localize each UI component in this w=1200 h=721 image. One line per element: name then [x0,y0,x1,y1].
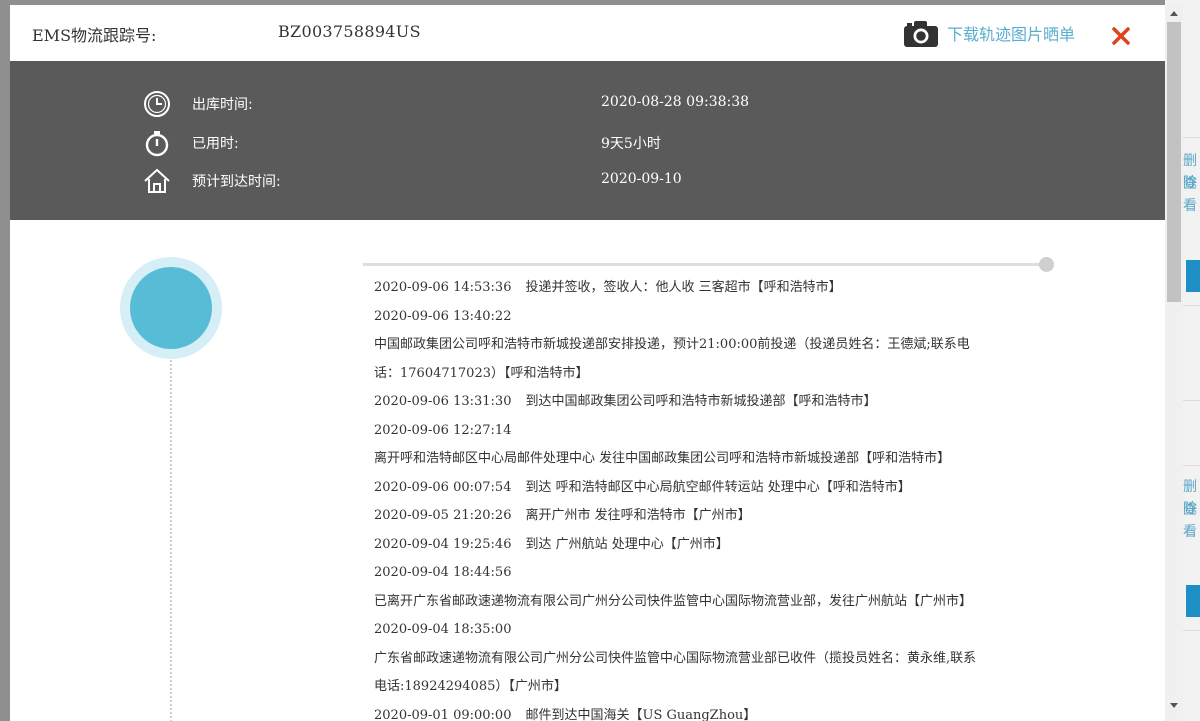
estimated-arrival-label: 预计到达时间: [192,174,281,190]
event-description: 邮件到达中国海关【US GuangZhou】 [525,707,757,721]
tracking-event-row: 2020-09-06 12:27:14 [374,417,1044,446]
event-time: 2020-09-06 13:31:30 [374,394,512,409]
modal-header: EMS物流跟踪号: BZ003758894US 下载轨迹图片晒单 [10,5,1165,62]
tracking-event-row: 2020-09-06 14:53:36 投递并签收，签收人：他人收 三客超市【呼和… [374,274,1044,303]
event-description: 离开呼和浩特邮区中心局邮件处理中心 发往中国邮政集团公司呼和浩特市新城投递部【呼… [374,451,951,466]
event-description: 已离开广东省邮政速递物流有限公司广州分公司快件监管中心国际物流营业部，发往广州航… [374,593,973,609]
shipment-summary: 出库时间: 2020-08-28 09:38:38 已用时: 9天5小时 预计到… [10,61,1165,220]
background-button [1186,260,1200,292]
elapsed-time-label: 已用时: [192,136,239,152]
clock-icon [144,91,170,117]
tracking-label: EMS物流跟踪号: [32,26,157,45]
event-time: 2020-09-04 18:44:56 [374,565,512,580]
timeline-connector [170,360,172,721]
tracking-event-row: 2020-09-05 21:20:26 离开广州市 发往呼和浩特市【广州市】 [374,502,1044,531]
elapsed-time-value: 9天5小时 [601,136,661,152]
background-button [1186,585,1200,617]
tracking-event-row: 电话:18924294085）【广州市】 [374,673,1044,702]
scroll-up-arrow-icon[interactable] [1165,5,1183,22]
tracking-event-row: 离开呼和浩特邮区中心局邮件处理中心 发往中国邮政集团公司呼和浩特市新城投递部【呼… [374,445,1044,474]
tracking-event-row: 2020-09-04 18:44:56 [374,559,1044,588]
camera-icon[interactable] [903,20,939,48]
event-time: 2020-09-01 09:00:00 [374,707,512,721]
event-description: 到达 呼和浩特邮区中心局航空邮件转运站 处理中心【呼和浩特市】 [525,479,911,495]
tracking-event-row: 话：17604717023）【呼和浩特市】 [374,360,1044,389]
event-time: 2020-09-04 19:25:46 [374,536,512,552]
tracking-event-row: 2020-09-01 09:00:00 邮件到达中国海关【US GuangZhou… [374,702,1044,721]
timeline-end-dot [1039,257,1054,272]
tracking-event-row: 2020-09-06 13:40:22 [374,303,1044,332]
tracking-event-row: 广东省邮政速递物流有限公司广州分公司快件监管中心国际物流营业部已收件（揽投员姓名… [374,645,1044,674]
event-description: 中国邮政集团公司呼和浩特市新城投递部安排投递，预计21:00:00前投递（投递员… [374,337,970,352]
estimated-arrival-value: 2020-09-10 [601,171,682,187]
download-track-image-link[interactable]: 下载轨迹图片晒单 [947,21,1075,45]
event-description: 离开广州市 发往呼和浩特市【广州市】 [525,508,751,523]
event-time: 2020-09-04 18:35:00 [374,622,512,637]
event-time: 2020-09-06 00:07:54 [374,479,512,495]
event-description: 到达 广州航站 处理中心【广州市】 [525,536,729,552]
close-icon[interactable] [1110,25,1132,47]
event-time: 2020-09-06 14:53:36 [374,280,512,295]
timeline-status-dot [130,267,212,349]
background-link-view: 查看 [1183,176,1197,214]
event-description: 到达中国邮政集团公司呼和浩特市新城投递部【呼和浩特市】 [525,394,877,409]
tracking-modal: EMS物流跟踪号: BZ003758894US 下载轨迹图片晒单 出库时间: 2… [10,5,1165,721]
tracking-number: BZ003758894US [278,22,421,41]
event-description: 广东省邮政速递物流有限公司广州分公司快件监管中心国际物流营业部已收件（揽投员姓名… [374,650,977,666]
tracking-event-row: 已离开广东省邮政速递物流有限公司广州分公司快件监管中心国际物流营业部，发往广州航… [374,588,1044,617]
tracking-event-list: 2020-09-06 14:53:36 投递并签收，签收人：他人收 三客超市【呼和… [374,274,1044,721]
scrollbar[interactable] [1165,5,1183,721]
home-icon [144,168,170,193]
tracking-event-row: 中国邮政集团公司呼和浩特市新城投递部安排投递，预计21:00:00前投递（投递员… [374,331,1044,360]
tracking-event-row: 2020-09-06 00:07:54 到达 呼和浩特邮区中心局航空邮件转运站 处… [374,474,1044,503]
event-time: 2020-09-05 21:20:26 [374,508,512,523]
stopwatch-icon [145,131,169,157]
dispatch-time-value: 2020-08-28 09:38:38 [601,94,750,110]
tracking-timeline: 2020-09-06 14:53:36 投递并签收，签收人：他人收 三客超市【呼和… [10,220,1165,721]
tracking-event-row: 2020-09-04 19:25:46 到达 广州航站 处理中心【广州市】 [374,531,1044,560]
event-description: 投递并签收，签收人：他人收 三客超市【呼和浩特市】 [525,280,842,295]
event-description: 话：17604717023）【呼和浩特市】 [374,365,589,381]
dispatch-time-label: 出库时间: [192,97,253,113]
tracking-event-row: 2020-09-06 13:31:30 到达中国邮政集团公司呼和浩特市新城投递部【… [374,388,1044,417]
timeline-status-circle [120,257,222,359]
scroll-down-arrow-icon[interactable] [1165,697,1183,714]
background-link-view: 查看 [1183,502,1197,540]
event-time: 2020-09-06 13:40:22 [374,308,512,324]
timeline-track-line [363,263,1046,266]
event-description: 电话:18924294085）【广州市】 [374,679,567,694]
tracking-event-row: 2020-09-04 18:35:00 [374,616,1044,645]
event-time: 2020-09-06 12:27:14 [374,422,512,438]
scrollbar-thumb[interactable] [1167,22,1181,302]
